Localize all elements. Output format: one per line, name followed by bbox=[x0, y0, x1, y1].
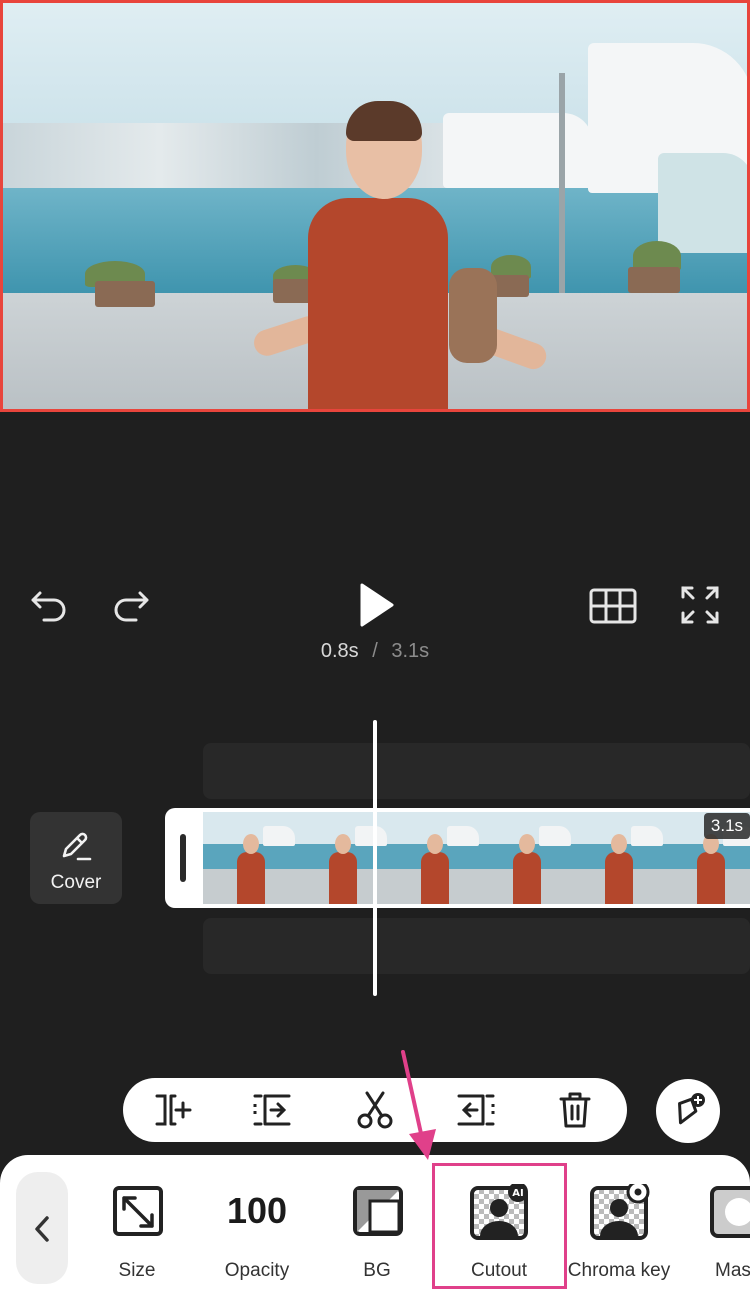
clip-thumbnail bbox=[571, 812, 663, 904]
chevron-left-icon bbox=[35, 1216, 49, 1242]
keyframe-add-icon bbox=[678, 1093, 705, 1125]
delete-icon[interactable] bbox=[553, 1090, 597, 1130]
chroma-key-icon bbox=[590, 1184, 650, 1240]
back-button[interactable] bbox=[16, 1172, 68, 1284]
cutout-highlight-box bbox=[432, 1163, 567, 1289]
tool-bg-label: BG bbox=[363, 1260, 391, 1281]
clip-duration-badge: 3.1s bbox=[704, 813, 750, 839]
playback-time: 0.8s / 3.1s bbox=[320, 640, 430, 662]
cover-label: Cover bbox=[50, 872, 102, 893]
empty-track-top[interactable] bbox=[203, 743, 750, 799]
fullscreen-icon[interactable] bbox=[680, 585, 720, 625]
empty-track-bottom[interactable] bbox=[203, 918, 750, 974]
clip-thumbnail bbox=[203, 812, 295, 904]
opacity-value: 100 bbox=[226, 1190, 288, 1231]
add-keyframe-button[interactable] bbox=[656, 1079, 720, 1143]
tool-size[interactable]: Size bbox=[82, 1170, 192, 1290]
clip-trim-handle[interactable] bbox=[180, 834, 186, 882]
split-left-icon[interactable] bbox=[251, 1090, 295, 1130]
preview-frame-image bbox=[3, 3, 747, 409]
redo-icon[interactable] bbox=[108, 585, 152, 625]
tool-chroma-key[interactable]: Chroma key bbox=[564, 1170, 674, 1290]
cover-button[interactable]: Cover bbox=[30, 812, 122, 904]
clip-thumbnail bbox=[479, 812, 571, 904]
tool-size-label: Size bbox=[118, 1260, 156, 1281]
clip-thumbnail bbox=[387, 812, 479, 904]
split-right-icon[interactable] bbox=[453, 1090, 497, 1130]
scissors-icon[interactable] bbox=[353, 1090, 397, 1130]
edit-pencil-icon bbox=[62, 832, 92, 861]
video-editor-screen: 0.8s / 3.1s Cover 3.1s Size 100 Opacity … bbox=[0, 0, 750, 1302]
play-icon[interactable] bbox=[356, 582, 396, 628]
current-time: 0.8s bbox=[320, 640, 359, 662]
tool-mask[interactable]: Mas bbox=[684, 1170, 750, 1290]
clip-thumbnails bbox=[203, 812, 750, 904]
video-preview[interactable] bbox=[0, 0, 750, 412]
tool-mask-label: Mas bbox=[715, 1260, 750, 1281]
playhead[interactable] bbox=[373, 720, 377, 996]
resize-icon bbox=[113, 1186, 163, 1236]
clip-actions-bar bbox=[123, 1078, 627, 1142]
grid-icon[interactable] bbox=[588, 587, 638, 625]
tool-chroma-key-label: Chroma key bbox=[567, 1260, 671, 1281]
total-time: 3.1s bbox=[391, 640, 430, 662]
tool-bg[interactable]: BG bbox=[322, 1170, 432, 1290]
mask-icon bbox=[710, 1186, 750, 1238]
tool-opacity-label: Opacity bbox=[224, 1260, 290, 1281]
tool-opacity[interactable]: 100 Opacity bbox=[202, 1170, 312, 1290]
undo-icon[interactable] bbox=[28, 585, 72, 625]
background-icon bbox=[353, 1186, 403, 1236]
insert-left-icon[interactable] bbox=[153, 1090, 197, 1130]
